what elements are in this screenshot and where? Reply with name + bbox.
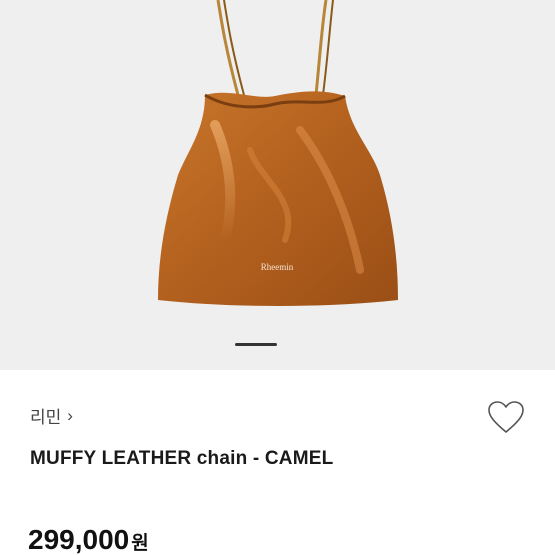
- product-title: MUFFY LEATHER chain - CAMEL: [30, 448, 334, 469]
- brand-link[interactable]: 리민 ›: [30, 403, 73, 428]
- wishlist-button[interactable]: [486, 398, 526, 438]
- heart-outline-icon: [488, 401, 524, 433]
- gallery-page-indicator: [235, 343, 277, 346]
- chain-strap-right: [314, 0, 334, 96]
- product-image-gallery[interactable]: Rheemin: [0, 0, 555, 370]
- product-price: 299,000 원: [28, 526, 149, 554]
- product-photo: Rheemin: [158, 0, 398, 306]
- price-value: 299,000: [28, 524, 130, 555]
- chevron-right-icon: ›: [67, 405, 73, 425]
- product-info: 리민 › MUFFY LEATHER chain - CAMEL 299,000…: [0, 370, 555, 555]
- currency-unit: 원: [131, 533, 149, 554]
- chain-strap-left: [216, 0, 245, 96]
- brand-stamp: Rheemin: [261, 262, 294, 272]
- brand-name: 리민: [30, 408, 62, 427]
